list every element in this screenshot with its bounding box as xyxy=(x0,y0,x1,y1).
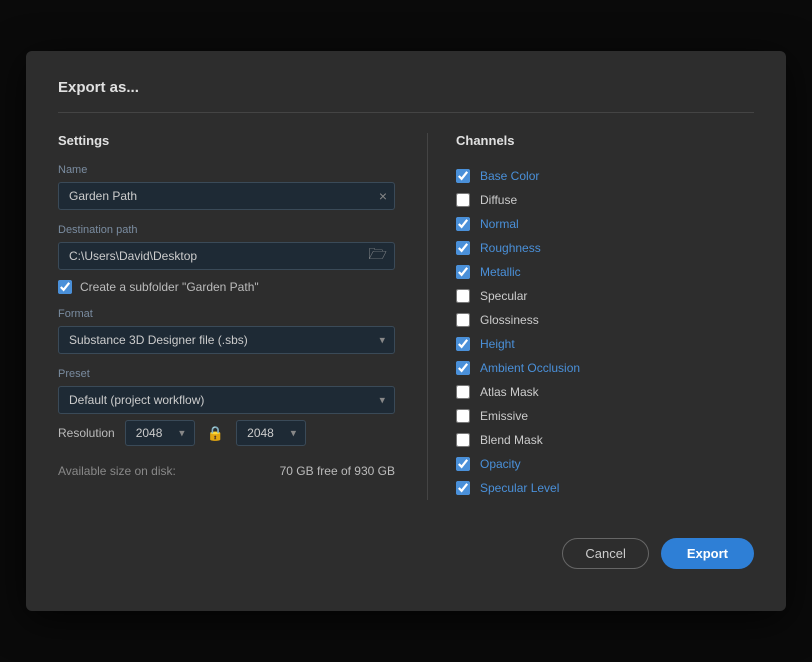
lock-icon: 🔒 xyxy=(205,425,226,442)
channel-checkbox[interactable] xyxy=(456,193,470,207)
channel-checkbox[interactable] xyxy=(456,289,470,303)
channel-item: Roughness xyxy=(456,236,754,260)
channel-name[interactable]: Opacity xyxy=(480,457,521,471)
channel-item: Height xyxy=(456,332,754,356)
destination-input-wrapper: 🗁 xyxy=(58,242,395,270)
overlay: Export as... Settings Name × Destination… xyxy=(0,0,812,662)
cancel-button[interactable]: Cancel xyxy=(562,538,648,569)
preset-label: Preset xyxy=(58,368,395,380)
channel-checkbox[interactable] xyxy=(456,169,470,183)
name-clear-button[interactable]: × xyxy=(379,189,387,203)
resolution-width-select[interactable]: 128 256 512 1024 2048 4096 xyxy=(125,420,195,446)
channel-item: Base Color xyxy=(456,164,754,188)
channel-checkbox[interactable] xyxy=(456,433,470,447)
channel-name[interactable]: Specular Level xyxy=(480,481,559,495)
channel-name[interactable]: Atlas Mask xyxy=(480,385,539,399)
channel-item: Ambient Occlusion xyxy=(456,356,754,380)
channel-item: Glossiness xyxy=(456,308,754,332)
resolution-row: Resolution 128 256 512 1024 2048 4096 ▾ … xyxy=(58,420,395,446)
channel-name[interactable]: Metallic xyxy=(480,265,521,279)
format-select[interactable]: Substance 3D Designer file (.sbs) PNG JP… xyxy=(58,326,395,354)
channel-name[interactable]: Normal xyxy=(480,217,519,231)
settings-panel: Settings Name × Destination path 🗁 Creat… xyxy=(58,133,428,500)
channel-item: Emissive xyxy=(456,404,754,428)
name-input-wrapper: × xyxy=(58,182,395,210)
channel-name[interactable]: Glossiness xyxy=(480,313,539,327)
channel-name[interactable]: Roughness xyxy=(480,241,541,255)
channel-name[interactable]: Diffuse xyxy=(480,193,517,207)
channel-checkbox[interactable] xyxy=(456,385,470,399)
channel-checkbox[interactable] xyxy=(456,409,470,423)
channel-item: Normal xyxy=(456,212,754,236)
settings-title: Settings xyxy=(58,133,395,148)
disk-info-label: Available size on disk: xyxy=(58,464,176,478)
channel-checkbox[interactable] xyxy=(456,265,470,279)
channel-checkbox[interactable] xyxy=(456,241,470,255)
subfolder-checkbox[interactable] xyxy=(58,280,72,294)
channel-name[interactable]: Height xyxy=(480,337,515,351)
channel-name[interactable]: Base Color xyxy=(480,169,539,183)
disk-info-row: Available size on disk: 70 GB free of 93… xyxy=(58,464,395,478)
dialog-title: Export as... xyxy=(58,79,754,96)
divider xyxy=(58,112,754,113)
destination-input[interactable] xyxy=(58,242,395,270)
subfolder-checkbox-row: Create a subfolder "Garden Path" xyxy=(58,280,395,294)
format-label: Format xyxy=(58,308,395,320)
channel-item: Specular xyxy=(456,284,754,308)
channel-name[interactable]: Ambient Occlusion xyxy=(480,361,580,375)
channel-item: Specular Level xyxy=(456,476,754,500)
export-button[interactable]: Export xyxy=(661,538,754,569)
channels-title: Channels xyxy=(456,133,754,148)
export-dialog: Export as... Settings Name × Destination… xyxy=(26,51,786,611)
subfolder-label[interactable]: Create a subfolder "Garden Path" xyxy=(80,280,259,294)
channel-checkbox[interactable] xyxy=(456,481,470,495)
format-select-wrapper: Substance 3D Designer file (.sbs) PNG JP… xyxy=(58,326,395,354)
channels-list: Base Color Diffuse Normal Roughness Metallic… xyxy=(456,164,754,500)
preset-select[interactable]: Default (project workflow) Custom xyxy=(58,386,395,414)
channel-item: Atlas Mask xyxy=(456,380,754,404)
channel-name[interactable]: Emissive xyxy=(480,409,528,423)
channel-checkbox[interactable] xyxy=(456,337,470,351)
channel-checkbox[interactable] xyxy=(456,313,470,327)
channels-panel: Channels Base Color Diffuse Normal Roughnes… xyxy=(428,133,754,500)
resolution-width-wrapper: 128 256 512 1024 2048 4096 ▾ xyxy=(125,420,195,446)
disk-info-value: 70 GB free of 930 GB xyxy=(280,464,395,478)
channel-name[interactable]: Blend Mask xyxy=(480,433,543,447)
destination-label: Destination path xyxy=(58,224,395,236)
resolution-height-select[interactable]: 128 256 512 1024 2048 4096 xyxy=(236,420,306,446)
channel-item: Opacity xyxy=(456,452,754,476)
preset-select-wrapper: Default (project workflow) Custom ▾ xyxy=(58,386,395,414)
name-label: Name xyxy=(58,164,395,176)
channel-checkbox[interactable] xyxy=(456,457,470,471)
dialog-footer: Cancel Export xyxy=(58,528,754,569)
channel-checkbox[interactable] xyxy=(456,361,470,375)
folder-browse-button[interactable]: 🗁 xyxy=(368,244,387,269)
name-input[interactable] xyxy=(58,182,395,210)
dialog-body: Settings Name × Destination path 🗁 Creat… xyxy=(58,133,754,500)
channel-item: Blend Mask xyxy=(456,428,754,452)
channel-name[interactable]: Specular xyxy=(480,289,527,303)
channel-checkbox[interactable] xyxy=(456,217,470,231)
channel-item: Diffuse xyxy=(456,188,754,212)
resolution-label: Resolution xyxy=(58,426,115,440)
resolution-height-wrapper: 128 256 512 1024 2048 4096 ▾ xyxy=(236,420,306,446)
channel-item: Metallic xyxy=(456,260,754,284)
